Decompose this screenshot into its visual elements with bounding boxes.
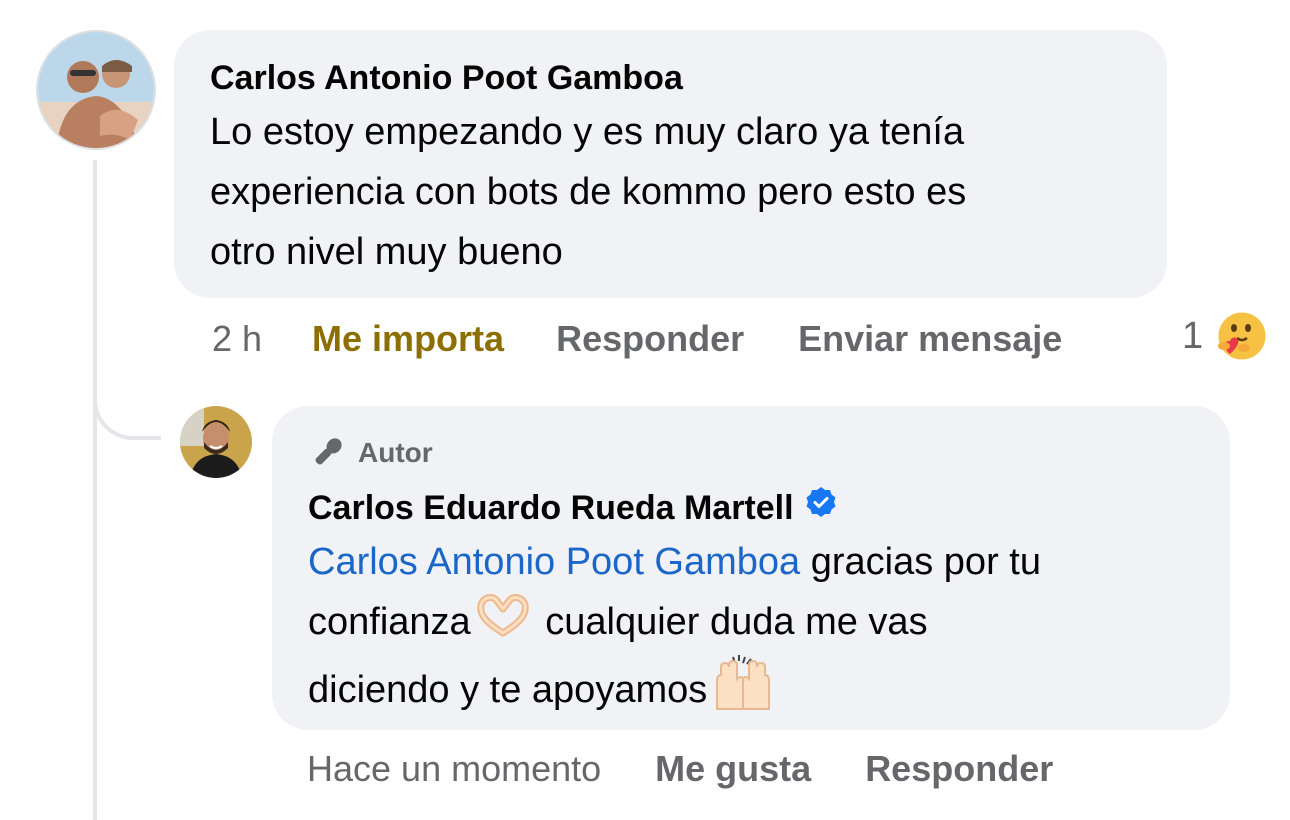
like-button[interactable]: Me gusta — [655, 748, 811, 790]
author-badge: Autor — [308, 432, 1194, 474]
thread-line — [93, 160, 97, 820]
comment-bubble: Carlos Antonio Poot Gamboa Lo estoy empe… — [174, 30, 1167, 298]
raising-hands-icon — [711, 654, 775, 729]
reply-text-line: diciendo y te apoyamos — [308, 654, 1194, 729]
author-badge-label: Autor — [358, 437, 433, 468]
comment-text-line: experiencia con bots de kommo pero esto … — [210, 171, 967, 213]
comment-text-line: Lo estoy empezando y es muy claro ya ten… — [210, 111, 965, 153]
care-emoji-icon[interactable] — [1214, 308, 1270, 364]
comment-text: Lo estoy empezando y es muy claro ya ten… — [210, 102, 1131, 282]
reply-text: Carlos Antonio Poot Gamboa gracias por t… — [308, 532, 1194, 729]
reply-text-fragment: cualquier duda me vas — [534, 601, 928, 643]
reply-avatar[interactable] — [180, 406, 252, 478]
reply-text-fragment: gracias por tu — [800, 541, 1041, 583]
reply-timestamp[interactable]: Hace un momento — [307, 748, 601, 790]
thread-connector — [93, 380, 161, 440]
reaction-button[interactable]: Me importa — [312, 318, 504, 360]
microphone-icon — [315, 438, 342, 465]
avatar-photo — [38, 32, 154, 148]
mention-link[interactable]: Carlos Antonio Poot Gamboa — [308, 541, 800, 583]
comment-author[interactable]: Carlos Antonio Poot Gamboa — [210, 56, 1131, 100]
heart-hands-icon — [475, 593, 531, 655]
send-message-button[interactable]: Enviar mensaje — [798, 318, 1062, 360]
verified-badge-icon — [804, 485, 838, 530]
reply-button[interactable]: Responder — [865, 748, 1053, 790]
reaction-count[interactable]: 1 — [1182, 311, 1203, 361]
comment-actions: 2 h Me importa Responder Enviar mensaje — [212, 314, 1062, 364]
reply-button[interactable]: Responder — [556, 318, 744, 360]
reply-actions: Hace un momento Me gusta Responder — [307, 744, 1053, 794]
reply-text-fragment: diciendo y te apoyamos — [308, 669, 708, 711]
reply-text-fragment: confianza — [308, 601, 471, 643]
reply-bubble: Autor Carlos Eduardo Rueda Martell Carlo… — [272, 406, 1230, 730]
comment-text-line: otro nivel muy bueno — [210, 231, 563, 273]
comment-timestamp[interactable]: 2 h — [212, 318, 262, 360]
reply-author-name[interactable]: Carlos Eduardo Rueda Martell — [308, 489, 794, 527]
reply-text-line: confianza cualquier duda me vas — [308, 592, 1194, 655]
avatar[interactable] — [36, 30, 156, 150]
avatar-photo — [180, 406, 252, 478]
reply-text-line: Carlos Antonio Poot Gamboa gracias por t… — [308, 532, 1194, 592]
reply-author: Carlos Eduardo Rueda Martell — [308, 486, 1194, 530]
